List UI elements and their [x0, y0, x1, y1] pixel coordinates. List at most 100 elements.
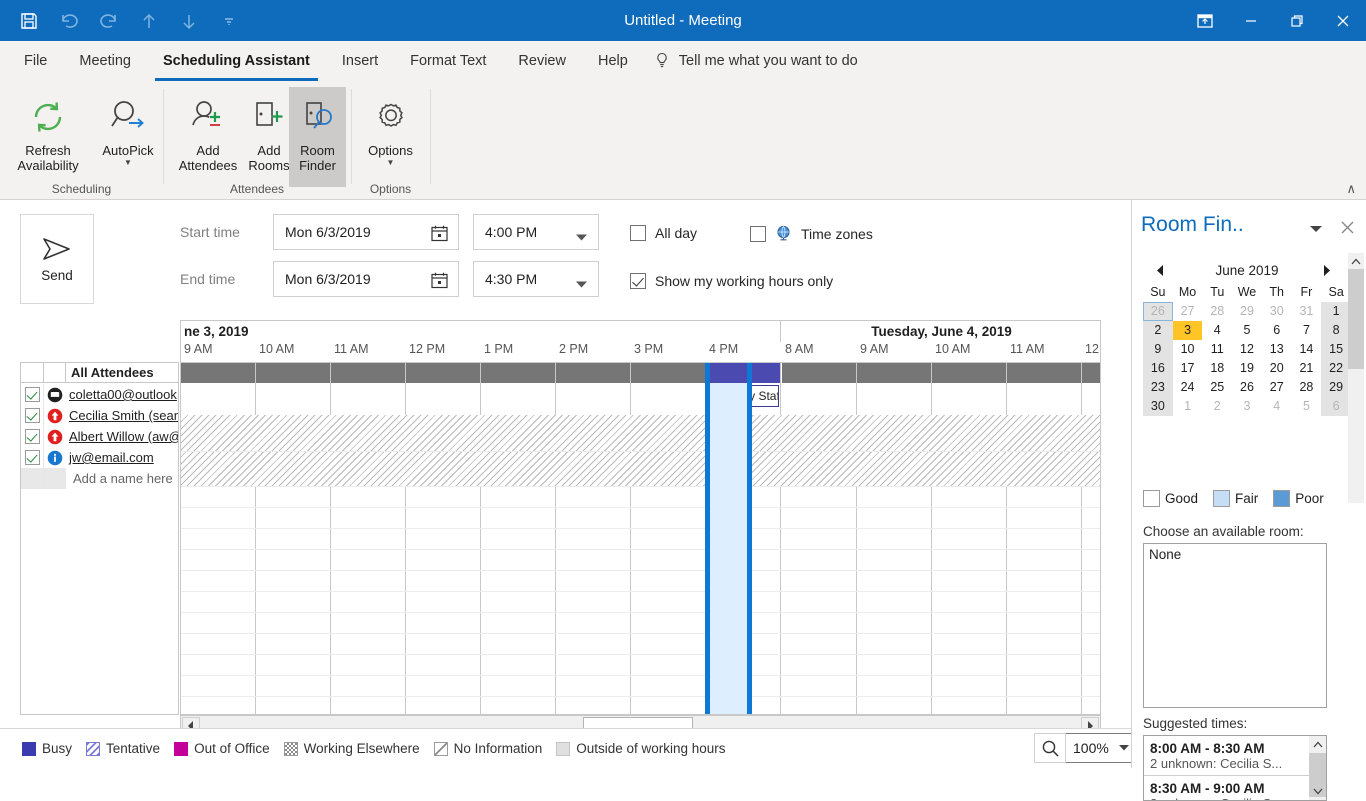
- tab-review[interactable]: Review: [502, 41, 582, 81]
- close-icon[interactable]: [1320, 0, 1366, 41]
- calendar-day[interactable]: 28: [1202, 302, 1232, 321]
- end-time-dropdown-icon[interactable]: [575, 276, 588, 292]
- calendar-day[interactable]: 5: [1292, 397, 1322, 416]
- calendar-day[interactable]: 3: [1232, 397, 1262, 416]
- autopick-button[interactable]: AutoPick ▼: [88, 87, 168, 187]
- calendar-day[interactable]: 7: [1292, 321, 1322, 340]
- all-day-checkbox-row[interactable]: All day: [630, 225, 697, 241]
- add-name-input[interactable]: Add a name here: [66, 471, 178, 486]
- room-finder-button[interactable]: Room Finder: [289, 87, 346, 187]
- calendar-picker-icon[interactable]: [430, 224, 449, 246]
- up-icon[interactable]: [136, 8, 162, 34]
- all-day-checkbox[interactable]: [630, 225, 646, 241]
- selection-start-handle[interactable]: [705, 363, 710, 714]
- end-date-input[interactable]: Mon 6/3/2019: [273, 261, 459, 297]
- calendar-day[interactable]: 21: [1292, 359, 1322, 378]
- calendar-day[interactable]: 22: [1321, 359, 1351, 378]
- send-button[interactable]: Send: [20, 214, 94, 304]
- calendar-day[interactable]: 1: [1173, 397, 1203, 416]
- ribbon-display-options-icon[interactable]: [1182, 0, 1228, 41]
- date-navigator-scrollbar[interactable]: [1348, 253, 1364, 503]
- calendar-day[interactable]: 18: [1202, 359, 1232, 378]
- tab-meeting[interactable]: Meeting: [63, 41, 147, 81]
- calendar-day[interactable]: 30: [1262, 302, 1292, 321]
- end-time-input[interactable]: 4:30 PM: [473, 261, 599, 297]
- calendar-day[interactable]: 10: [1173, 340, 1203, 359]
- selection-end-handle[interactable]: [747, 363, 752, 714]
- scroll-up-icon[interactable]: [1348, 253, 1364, 269]
- minimize-icon[interactable]: [1228, 0, 1274, 41]
- attendee-include-checkbox[interactable]: [21, 426, 44, 447]
- prev-month-icon[interactable]: [1151, 261, 1169, 279]
- calendar-day[interactable]: 12: [1232, 340, 1262, 359]
- down-icon[interactable]: [176, 8, 202, 34]
- calendar-day[interactable]: 13: [1262, 340, 1292, 359]
- calendar-day[interactable]: 26: [1232, 378, 1262, 397]
- options-caret-icon[interactable]: ▼: [387, 159, 395, 167]
- time-zones-checkbox-row[interactable]: Time zones: [750, 225, 873, 242]
- calendar-day[interactable]: 23: [1143, 378, 1173, 397]
- calendar-day[interactable]: 17: [1173, 359, 1203, 378]
- working-hours-checkbox-row[interactable]: Show my working hours only: [630, 273, 833, 289]
- start-time-dropdown-icon[interactable]: [575, 229, 588, 245]
- calendar-day[interactable]: 28: [1292, 378, 1322, 397]
- attendee-name[interactable]: jw@email.com: [66, 450, 178, 465]
- calendar-day[interactable]: 1: [1321, 302, 1351, 321]
- suggested-time-item[interactable]: 8:00 AM - 8:30 AM 2 unknown: Cecilia S..…: [1144, 736, 1326, 776]
- refresh-availability-button[interactable]: Refresh Availability: [8, 87, 88, 187]
- calendar-day[interactable]: 30: [1143, 397, 1173, 416]
- tab-help[interactable]: Help: [582, 41, 644, 81]
- calendar-day[interactable]: 29: [1321, 378, 1351, 397]
- availability-grid-body[interactable]: Weekly Staf: [180, 362, 1101, 715]
- calendar-day[interactable]: 24: [1173, 378, 1203, 397]
- magnifier-icon[interactable]: [1034, 733, 1066, 763]
- tab-file[interactable]: File: [8, 41, 63, 81]
- calendar-day[interactable]: 9: [1143, 340, 1173, 359]
- restore-icon[interactable]: [1274, 0, 1320, 41]
- scrollbar-thumb[interactable]: [1348, 269, 1364, 369]
- room-finder-dropdown-icon[interactable]: [1308, 222, 1324, 237]
- next-month-icon[interactable]: [1317, 261, 1335, 279]
- attendee-include-checkbox[interactable]: [21, 405, 44, 426]
- tab-format-text[interactable]: Format Text: [394, 41, 502, 81]
- add-attendee-row[interactable]: Add a name here: [21, 468, 178, 489]
- attendee-row[interactable]: Albert Willow (aw@: [21, 426, 178, 447]
- calendar-day[interactable]: 20: [1262, 359, 1292, 378]
- undo-icon[interactable]: [56, 8, 82, 34]
- attendee-row[interactable]: Cecilia Smith (sean: [21, 405, 178, 426]
- calendar-day[interactable]: 19: [1232, 359, 1262, 378]
- attendee-name[interactable]: coletta00@outlook: [66, 387, 178, 402]
- calendar-day[interactable]: 11: [1202, 340, 1232, 359]
- attendee-name[interactable]: Cecilia Smith (sean: [66, 408, 178, 423]
- options-button[interactable]: Options ▼: [352, 87, 429, 187]
- suggested-times-scrollbar[interactable]: [1309, 736, 1326, 800]
- chevron-down-icon[interactable]: [1118, 744, 1130, 752]
- attendee-name[interactable]: Albert Willow (aw@: [66, 429, 178, 444]
- calendar-day[interactable]: 16: [1143, 359, 1173, 378]
- calendar-day[interactable]: 2: [1202, 397, 1232, 416]
- suggested-time-item[interactable]: 8:30 AM - 9:00 AM 2 unknown: Cecilia S..…: [1144, 776, 1326, 800]
- available-rooms-list[interactable]: None: [1143, 543, 1327, 708]
- customize-qat-icon[interactable]: [216, 8, 242, 34]
- calendar-day[interactable]: 25: [1202, 378, 1232, 397]
- attendee-row[interactable]: coletta00@outlook: [21, 384, 178, 405]
- calendar-day[interactable]: 6: [1262, 321, 1292, 340]
- tab-scheduling-assistant[interactable]: Scheduling Assistant: [147, 41, 326, 81]
- calendar-day[interactable]: 8: [1321, 321, 1351, 340]
- calendar-day[interactable]: 5: [1232, 321, 1262, 340]
- save-icon[interactable]: [16, 8, 42, 34]
- redo-icon[interactable]: [96, 8, 122, 34]
- tab-insert[interactable]: Insert: [326, 41, 394, 81]
- calendar-day[interactable]: 4: [1262, 397, 1292, 416]
- calendar-day[interactable]: 29: [1232, 302, 1262, 321]
- scroll-up-icon[interactable]: [1309, 736, 1326, 753]
- collapse-ribbon-button[interactable]: ∧: [1346, 181, 1356, 197]
- calendar-day[interactable]: 27: [1173, 302, 1203, 321]
- calendar-day[interactable]: 4: [1202, 321, 1232, 340]
- attendee-row[interactable]: jw@email.com: [21, 447, 178, 468]
- calendar-day[interactable]: 31: [1292, 302, 1322, 321]
- attendee-include-checkbox[interactable]: [21, 447, 44, 468]
- calendar-day[interactable]: 6: [1321, 397, 1351, 416]
- working-hours-checkbox[interactable]: [630, 273, 646, 289]
- autopick-caret-icon[interactable]: ▼: [124, 159, 132, 167]
